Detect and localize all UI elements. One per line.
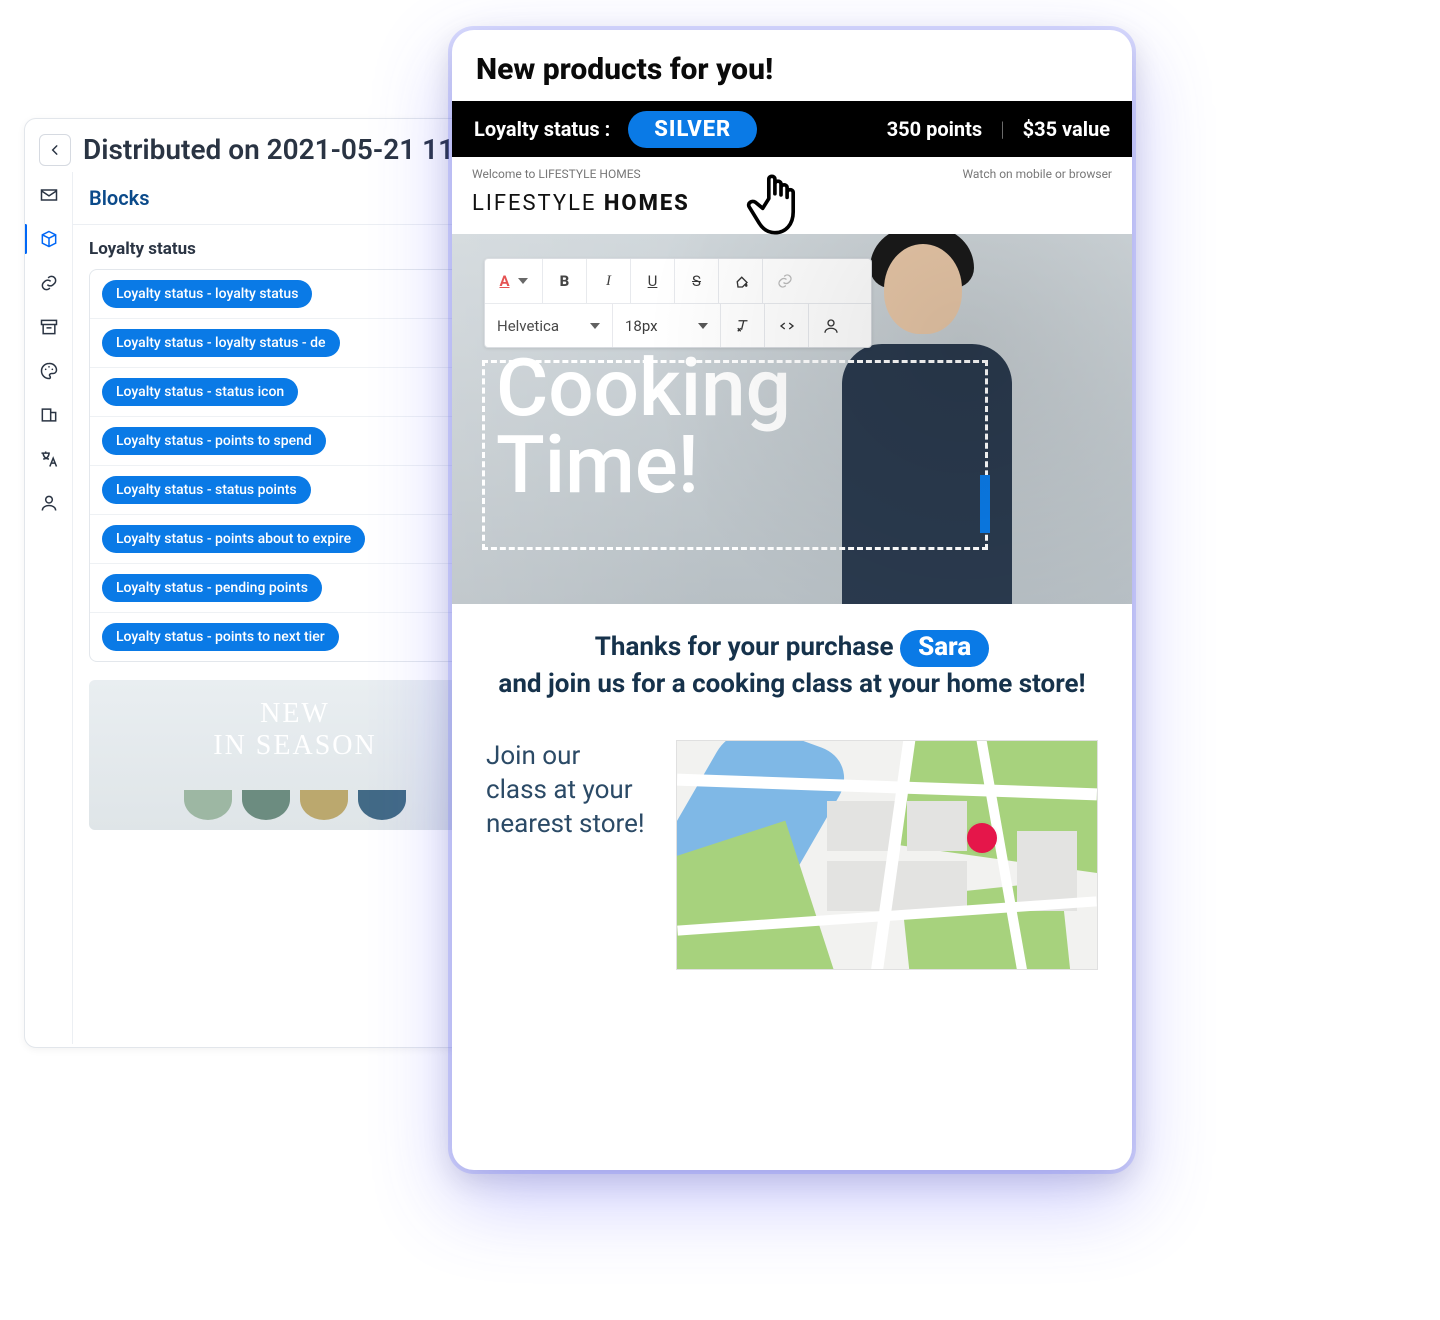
person-token-button[interactable] — [809, 304, 853, 347]
block-row: Loyalty status - pending points — [90, 564, 500, 613]
page-title: Distributed on 2021-05-21 11:5 — [83, 133, 478, 166]
meta-right[interactable]: Watch on mobile or browser — [962, 167, 1112, 181]
text-color-dropdown[interactable]: A — [485, 259, 543, 303]
bold-icon: B — [560, 272, 570, 290]
block-row: Loyalty status - points to next tier — [90, 613, 500, 661]
mail-icon[interactable] — [38, 184, 60, 206]
block-row: Loyalty status - points to spend — [90, 417, 500, 466]
text-toolbar: A B I U S Helvetica 18px — [484, 258, 872, 348]
devices-icon[interactable] — [38, 404, 60, 426]
archive-icon[interactable] — [38, 316, 60, 338]
thanks-copy: Thanks for your purchase Sara and join u… — [452, 604, 1132, 710]
bold-button[interactable]: B — [543, 259, 587, 303]
strike-icon: S — [692, 272, 701, 290]
code-button[interactable] — [765, 304, 809, 347]
thumb-bowls-icon — [184, 790, 406, 820]
block-pill[interactable]: Loyalty status - status icon — [102, 378, 298, 406]
block-row: Loyalty status - status icon — [90, 368, 500, 417]
person-icon[interactable] — [38, 492, 60, 514]
font-size-dropdown[interactable]: 18px — [613, 304, 721, 347]
block-row: Loyalty status - status points — [90, 466, 500, 515]
chevron-down-icon — [590, 323, 600, 329]
chevron-left-icon — [48, 143, 62, 157]
fill-color-button[interactable] — [719, 259, 763, 303]
map-pin-icon — [967, 823, 997, 853]
blocks-pane: Blocks Loyalty status Loyalty status - l… — [73, 172, 517, 1044]
text-selection-box[interactable] — [482, 360, 988, 550]
hero-photo-placeholder — [812, 234, 1092, 604]
loyalty-tier-pill[interactable]: SILVER — [628, 111, 757, 148]
person-icon — [822, 317, 840, 335]
hero-headline[interactable]: Cooking Time! — [496, 350, 791, 504]
thumb-line2: IN SEASON — [213, 730, 376, 762]
personalization-token[interactable]: Sara — [900, 630, 989, 667]
hero-block[interactable]: A B I U S Helvetica 18px — [452, 234, 1132, 604]
clear-format-button[interactable] — [721, 304, 765, 347]
paint-bucket-icon — [732, 272, 750, 290]
icon-rail — [25, 172, 73, 1044]
blocks-section-title: Loyalty status — [73, 225, 517, 269]
back-button[interactable] — [39, 134, 71, 166]
clear-format-icon — [734, 317, 752, 335]
email-subject: New products for you! — [452, 30, 1132, 101]
block-pill[interactable]: Loyalty status - status points — [102, 476, 311, 504]
block-pill[interactable]: Loyalty status - loyalty status - de — [102, 329, 340, 357]
block-pill[interactable]: Loyalty status - pending points — [102, 574, 322, 602]
cube-icon[interactable] — [38, 228, 60, 250]
block-pill[interactable]: Loyalty status - points to next tier — [102, 623, 339, 651]
link-icon[interactable] — [38, 272, 60, 294]
pointer-hand-icon — [742, 162, 820, 240]
resize-handle[interactable] — [980, 475, 990, 533]
loyalty-points: 350 points — [887, 117, 982, 141]
italic-button[interactable]: I — [587, 259, 631, 303]
block-row: Loyalty status - points about to expire — [90, 515, 500, 564]
blocks-heading: Blocks — [73, 172, 517, 225]
italic-icon: I — [606, 273, 611, 290]
block-row: Loyalty status - loyalty status — [90, 270, 500, 319]
palette-icon[interactable] — [38, 360, 60, 382]
template-thumbnail[interactable]: NEW IN SEASON — [89, 680, 501, 830]
block-pill[interactable]: Loyalty status - points about to expire — [102, 525, 365, 553]
divider-icon: | — [1000, 117, 1004, 141]
text-color-icon: A — [499, 272, 509, 290]
code-icon — [778, 317, 796, 335]
loyalty-label: Loyalty status : — [474, 117, 610, 141]
join-copy: Join our class at your nearest store! — [486, 740, 646, 841]
insert-link-button[interactable] — [763, 259, 807, 303]
link-icon — [776, 272, 794, 290]
chevron-down-icon — [518, 278, 528, 284]
block-pill[interactable]: Loyalty status - points to spend — [102, 427, 326, 455]
loyalty-bar: Loyalty status : SILVER 350 points | $35… — [452, 101, 1132, 157]
translate-icon[interactable] — [38, 448, 60, 470]
thumb-line1: NEW — [260, 698, 330, 730]
block-pill[interactable]: Loyalty status - loyalty status — [102, 280, 312, 308]
chevron-down-icon — [698, 323, 708, 329]
block-pill-list: Loyalty status - loyalty status Loyalty … — [89, 269, 501, 662]
underline-icon: U — [648, 272, 658, 290]
loyalty-value: $35 value — [1023, 117, 1110, 141]
block-row: Loyalty status - loyalty status - de — [90, 319, 500, 368]
font-family-dropdown[interactable]: Helvetica — [485, 304, 613, 347]
lower-row: Join our class at your nearest store! — [452, 710, 1132, 1004]
store-map[interactable] — [676, 740, 1098, 970]
strike-button[interactable]: S — [675, 259, 719, 303]
underline-button[interactable]: U — [631, 259, 675, 303]
meta-left: Welcome to LIFESTYLE HOMES — [472, 167, 641, 181]
